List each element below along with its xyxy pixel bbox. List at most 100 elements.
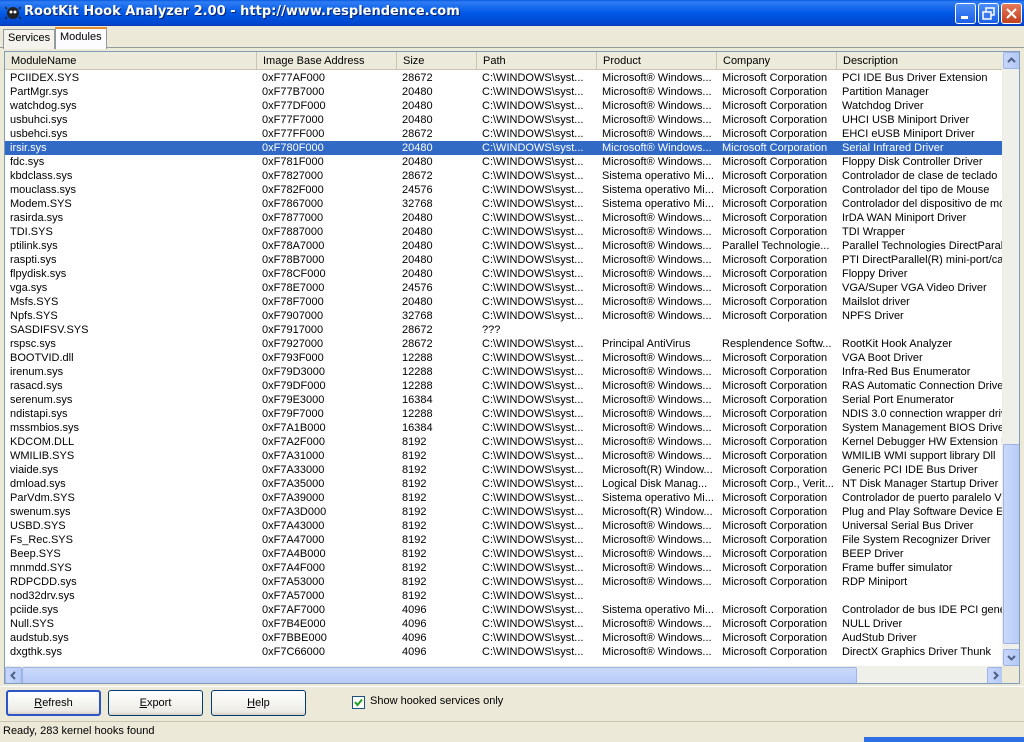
table-row[interactable]: ptilink.sys 0xF78A7000 20480 C:\WINDOWS\sys… [5, 239, 1004, 253]
cell-product: Microsoft® Windows... [602, 380, 712, 392]
cell-size: 20480 [402, 100, 433, 112]
cell-company: Microsoft Corporation [722, 114, 828, 126]
cell-company: Microsoft Corporation [722, 100, 828, 112]
hooked-only-label[interactable]: Show hooked services only [370, 695, 503, 707]
modules-list[interactable]: ModuleName Image Base Address Size Path … [4, 51, 1020, 684]
column-header-path[interactable]: Path [477, 52, 597, 70]
table-row[interactable]: audstub.sys 0xF7BBE000 4096 C:\WINDOWS\syst… [5, 631, 1004, 645]
table-row[interactable]: mouclass.sys 0xF782F000 24576 C:\WINDOWS\sy… [5, 183, 1004, 197]
table-row[interactable]: ParVdm.SYS 0xF7A39000 8192 C:\WINDOWS\syst.… [5, 491, 1004, 505]
table-row[interactable]: Beep.SYS 0xF7A4B000 8192 C:\WINDOWS\syst...… [5, 547, 1004, 561]
help-button[interactable]: Help [211, 690, 306, 716]
cell-product: Sistema operativo Mi... [602, 170, 714, 182]
table-row[interactable]: watchdog.sys 0xF77DF000 20480 C:\WINDOWS\sy… [5, 99, 1004, 113]
refresh-label-rest: efresh [42, 697, 73, 709]
cell-company: Microsoft Corporation [722, 72, 828, 84]
cell-path: C:\WINDOWS\syst... [482, 268, 584, 280]
cell-image-base: 0xF7827000 [262, 170, 324, 182]
cell-size: 8192 [402, 576, 427, 588]
cell-modulename: audstub.sys [10, 632, 69, 644]
table-row[interactable]: usbuhci.sys 0xF77F7000 20480 C:\WINDOWS\sys… [5, 113, 1004, 127]
table-row[interactable]: dmload.sys 0xF7A35000 8192 C:\WINDOWS\syst.… [5, 477, 1004, 491]
table-row[interactable]: RDPCDD.sys 0xF7A53000 8192 C:\WINDOWS\syst.… [5, 575, 1004, 589]
table-row[interactable]: usbehci.sys 0xF77FF000 28672 C:\WINDOWS\sys… [5, 127, 1004, 141]
cell-image-base: 0xF7A2F000 [262, 436, 325, 448]
table-row[interactable]: BOOTVID.dll 0xF793F000 12288 C:\WINDOWS\sys… [5, 351, 1004, 365]
table-row[interactable]: WMILIB.SYS 0xF7A31000 8192 C:\WINDOWS\syst.… [5, 449, 1004, 463]
table-row[interactable]: rasacd.sys 0xF79DF000 12288 C:\WINDOWS\syst… [5, 379, 1004, 393]
cell-size: 28672 [402, 338, 433, 350]
table-row[interactable]: USBD.SYS 0xF7A43000 8192 C:\WINDOWS\syst...… [5, 519, 1004, 533]
vertical-scroll-thumb[interactable] [1003, 444, 1019, 644]
table-row[interactable]: fdc.sys 0xF781F000 20480 C:\WINDOWS\syst...… [5, 155, 1004, 169]
table-row[interactable]: irsir.sys 0xF780F000 20480 C:\WINDOWS\syst.… [5, 141, 1004, 155]
minimize-button[interactable] [955, 3, 976, 24]
tab-modules[interactable]: Modules [55, 27, 107, 49]
column-header-size[interactable]: Size [397, 52, 477, 70]
table-row[interactable]: Fs_Rec.SYS 0xF7A47000 8192 C:\WINDOWS\syst.… [5, 533, 1004, 547]
cell-description: DirectX Graphics Driver Thunk [842, 646, 991, 658]
table-row[interactable]: mnmdd.SYS 0xF7A4F000 8192 C:\WINDOWS\syst..… [5, 561, 1004, 575]
table-row[interactable]: viaide.sys 0xF7A33000 8192 C:\WINDOWS\syst.… [5, 463, 1004, 477]
table-row[interactable]: TDI.SYS 0xF7887000 20480 C:\WINDOWS\syst...… [5, 225, 1004, 239]
table-row[interactable]: pciide.sys 0xF7AF7000 4096 C:\WINDOWS\syst.… [5, 603, 1004, 617]
table-row[interactable]: irenum.sys 0xF79D3000 12288 C:\WINDOWS\syst… [5, 365, 1004, 379]
horizontal-scrollbar[interactable] [5, 666, 1004, 683]
table-row[interactable]: dxgthk.sys 0xF7C66000 4096 C:\WINDOWS\syst.… [5, 645, 1004, 659]
cell-image-base: 0xF7887000 [262, 226, 324, 238]
cell-size: 16384 [402, 422, 433, 434]
refresh-button[interactable]: Refresh [6, 690, 101, 716]
table-row[interactable]: ndistapi.sys 0xF79F7000 12288 C:\WINDOWS\sy… [5, 407, 1004, 421]
cell-path: C:\WINDOWS\syst... [482, 492, 584, 504]
column-header-description[interactable]: Description [837, 52, 1004, 70]
arrow-right-icon [993, 671, 999, 680]
tab-services[interactable]: Services [3, 29, 56, 49]
table-row[interactable]: flpydisk.sys 0xF78CF000 20480 C:\WINDOWS\sy… [5, 267, 1004, 281]
cell-image-base: 0xF77B7000 [262, 86, 325, 98]
close-button[interactable] [1001, 3, 1022, 24]
cell-company [717, 323, 837, 337]
cell-path: C:\WINDOWS\syst... [482, 184, 584, 196]
table-row[interactable]: rspsc.sys 0xF7927000 28672 C:\WINDOWS\syst.… [5, 337, 1004, 351]
table-row[interactable]: nod32drv.sys 0xF7A57000 8192 C:\WINDOWS\sys… [5, 589, 1004, 603]
export-button[interactable]: Export [108, 690, 203, 716]
column-header-product[interactable]: Product [597, 52, 717, 70]
table-row[interactable]: rasirda.sys 0xF7877000 20480 C:\WINDOWS\sys… [5, 211, 1004, 225]
table-row[interactable]: raspti.sys 0xF78B7000 20480 C:\WINDOWS\syst… [5, 253, 1004, 267]
table-row[interactable]: serenum.sys 0xF79E3000 16384 C:\WINDOWS\sys… [5, 393, 1004, 407]
cell-size: 20480 [402, 156, 433, 168]
cell-description: Frame buffer simulator [842, 562, 953, 574]
scroll-up-button[interactable] [1003, 52, 1019, 69]
column-header-modulename[interactable]: ModuleName [5, 52, 257, 70]
scroll-down-button[interactable] [1003, 649, 1019, 666]
column-header-company[interactable]: Company [717, 52, 837, 70]
table-row[interactable]: Null.SYS 0xF7B4E000 4096 C:\WINDOWS\syst...… [5, 617, 1004, 631]
table-row[interactable]: kbdclass.sys 0xF7827000 28672 C:\WINDOWS\sy… [5, 169, 1004, 183]
table-row[interactable]: SASDIFSV.SYS 0xF7917000 28672??? [5, 323, 1004, 337]
table-row[interactable]: Msfs.SYS 0xF78F7000 20480 C:\WINDOWS\syst..… [5, 295, 1004, 309]
table-row[interactable]: PartMgr.sys 0xF77B7000 20480 C:\WINDOWS\sys… [5, 85, 1004, 99]
column-header-image-base-address[interactable]: Image Base Address [257, 52, 397, 70]
table-row[interactable]: mssmbios.sys 0xF7A1B000 16384 C:\WINDOWS\sy… [5, 421, 1004, 435]
table-row[interactable]: Npfs.SYS 0xF7907000 32768 C:\WINDOWS\syst..… [5, 309, 1004, 323]
restore-icon [982, 7, 995, 20]
vertical-scrollbar[interactable] [1002, 52, 1019, 666]
restore-button[interactable] [978, 3, 999, 24]
cell-modulename: ndistapi.sys [10, 408, 68, 420]
table-row[interactable]: swenum.sys 0xF7A3D000 8192 C:\WINDOWS\syst.… [5, 505, 1004, 519]
cell-modulename: BOOTVID.dll [10, 352, 74, 364]
scroll-left-button[interactable] [5, 667, 22, 683]
cell-product: Microsoft® Windows... [602, 436, 712, 448]
cell-product: Microsoft® Windows... [602, 86, 712, 98]
title-bar[interactable]: RootKit Hook Analyzer 2.00 - http://www.… [0, 0, 1024, 26]
cell-product [597, 323, 717, 337]
cell-path: C:\WINDOWS\syst... [482, 254, 584, 266]
horizontal-scroll-thumb[interactable] [22, 667, 857, 683]
cell-company [717, 589, 837, 603]
table-row[interactable]: vga.sys 0xF78E7000 24576 C:\WINDOWS\syst...… [5, 281, 1004, 295]
cell-product: Sistema operativo Mi... [602, 492, 714, 504]
hooked-only-checkbox[interactable] [352, 696, 365, 709]
table-row[interactable]: KDCOM.DLL 0xF7A2F000 8192 C:\WINDOWS\syst..… [5, 435, 1004, 449]
table-row[interactable]: PCIIDEX.SYS 0xF77AF000 28672 C:\WINDOWS\sys… [5, 71, 1004, 85]
table-row[interactable]: Modem.SYS 0xF7867000 32768 C:\WINDOWS\syst.… [5, 197, 1004, 211]
